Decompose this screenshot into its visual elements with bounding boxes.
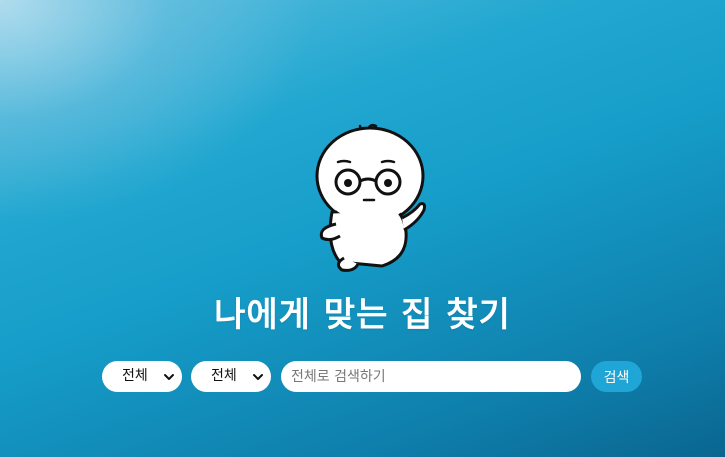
search-bar: 전체 전체 검색: [102, 361, 662, 392]
chevron-down-icon: [164, 374, 174, 380]
filter-select-1[interactable]: 전체: [102, 361, 182, 392]
chevron-down-icon: [253, 374, 263, 380]
hero-section: 나에게 맞는 집 찾기 전체 전체 검색: [0, 0, 725, 457]
filter-select-1-value: 전체: [122, 368, 148, 384]
filter-select-2[interactable]: 전체: [191, 361, 271, 392]
page-title: 나에게 맞는 집 찾기: [214, 295, 511, 335]
filter-select-2-value: 전체: [211, 368, 237, 384]
search-button[interactable]: 검색: [591, 361, 642, 392]
search-input[interactable]: [281, 361, 581, 392]
glasses-character-icon: [315, 123, 426, 272]
